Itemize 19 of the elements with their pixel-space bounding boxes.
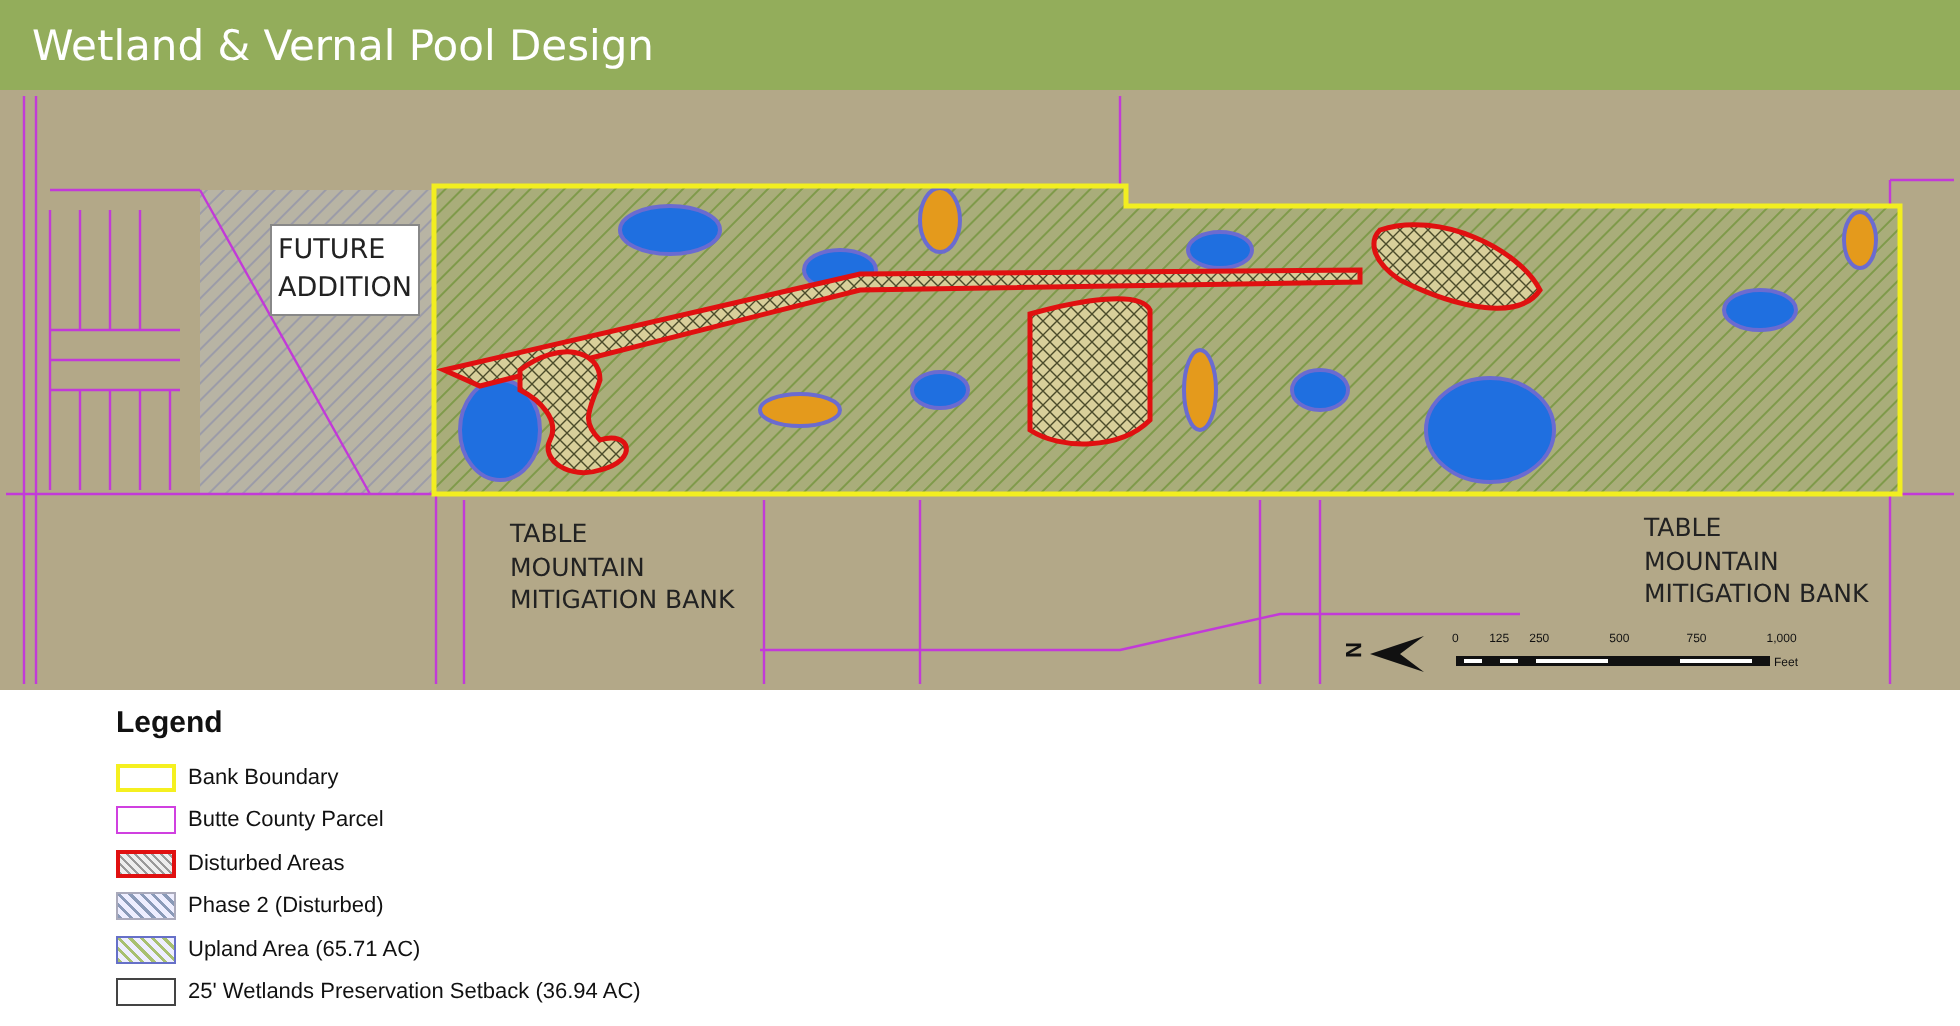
legend-swatch [116,892,176,921]
legend-swatch [116,935,176,964]
legend-swatch [116,978,176,1007]
map-label: TABLE MOUNTAIN MITIGATION BANK [510,518,735,617]
legend-label: Upland Area (65.71 AC) [188,937,421,962]
legend-title: Legend [116,706,225,740]
legend-swatch [116,849,176,878]
legend-swatch [116,763,176,792]
legend-label: Butte County Parcel [188,808,384,833]
legend-label: Phase 2 (Disturbed) [188,894,384,919]
map-label: FUTURE ADDITION [270,224,420,316]
map-label: TABLE MOUNTAIN MITIGATION BANK [1644,512,1869,611]
legend-label: Bank Boundary [188,765,339,790]
page-title: Wetland & Vernal Pool Design [32,21,654,69]
legend-label: 25' Wetlands Preservation Setback (36.94 AC) [188,980,641,1005]
legend-label: Disturbed Areas [188,851,345,876]
legend-swatch [116,806,176,835]
north-label: N [1339,642,1364,658]
north-arrow-icon [1370,636,1424,672]
